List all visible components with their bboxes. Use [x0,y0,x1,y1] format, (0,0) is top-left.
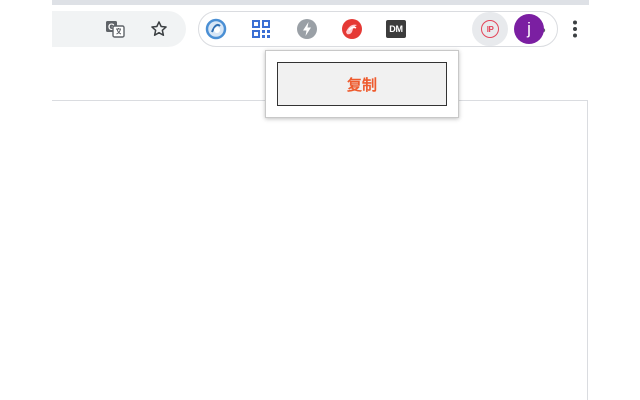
ip-extension-icon[interactable]: IP [479,18,501,40]
star-icon[interactable] [147,17,171,41]
address-bar[interactable]: G [52,11,186,47]
translate-icon[interactable]: G [104,19,126,39]
avatar-initial: j [514,14,544,44]
more-vert-icon[interactable] [564,17,586,41]
dm-badge-label: DM [386,20,406,38]
copy-button[interactable]: 复制 [277,62,447,106]
ip-badge-label: IP [481,20,499,38]
content-right-border [587,100,588,400]
browser-window: G DM IP j 复制 [0,0,640,400]
qr-code-extension-icon[interactable] [250,18,272,40]
extension-popup: 复制 [265,50,459,118]
dm-extension-icon[interactable]: DM [384,19,408,39]
bolt-extension-icon[interactable] [295,17,319,41]
red-swirl-extension-icon[interactable] [340,17,364,41]
profile-avatar[interactable]: j [514,14,544,44]
ring-extension-icon[interactable] [204,17,228,41]
browser-toolbar: G DM IP j [52,5,640,55]
